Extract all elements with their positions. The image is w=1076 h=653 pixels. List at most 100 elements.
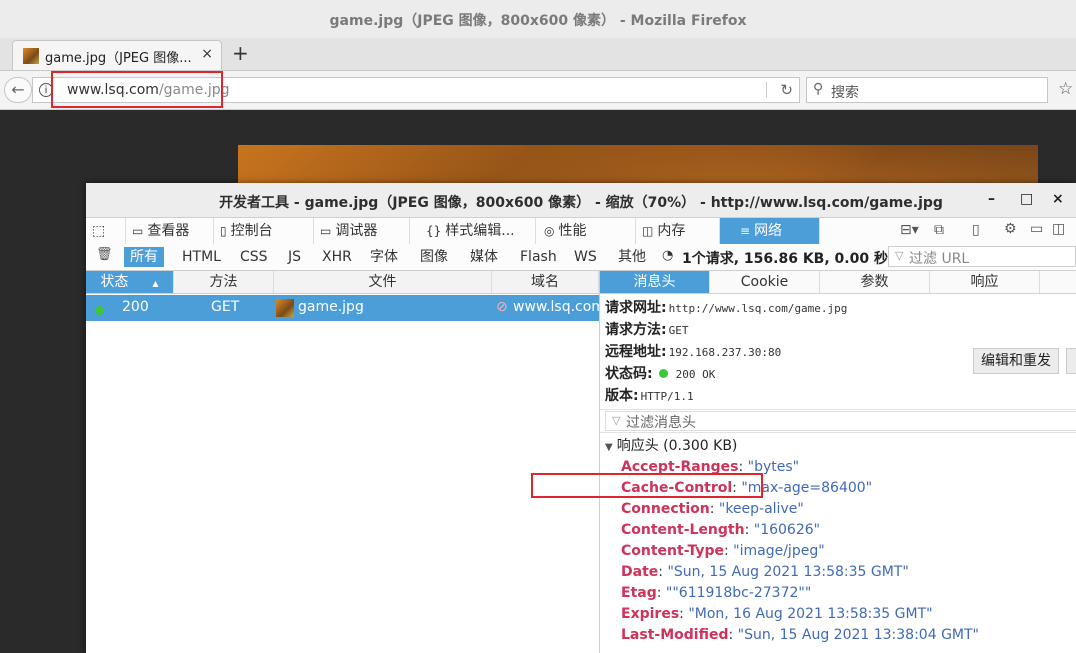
request-method-row: 请求方法: GET xyxy=(605,319,688,339)
divider xyxy=(600,432,1076,433)
column-domain[interactable]: 域名 xyxy=(492,271,599,293)
search-icon: ⚲ xyxy=(813,81,824,97)
status-code-value: 200 OK xyxy=(675,368,716,381)
raw-headers-button[interactable] xyxy=(1066,348,1076,374)
maximize-icon[interactable]: □ xyxy=(1020,191,1033,207)
url-separator xyxy=(766,82,767,98)
header-value: "Sun, 15 Aug 2021 13:58:35 GMT" xyxy=(667,564,909,580)
request-url-key: 请求网址: xyxy=(605,300,667,316)
browser-tab[interactable]: game.jpg（JPEG 图像... × xyxy=(12,40,222,70)
filter-all[interactable]: 所有 xyxy=(124,247,164,267)
filter-url-input[interactable]: ▽ 过滤 URL xyxy=(888,246,1076,267)
devtools-title: 开发者工具 - game.jpg（JPEG 图像，800x600 像素） - 缩… xyxy=(219,195,943,211)
request-summary: 1个请求, 156.86 KB, 0.00 秒 xyxy=(682,251,888,267)
expand-triangle-icon: ▼ xyxy=(605,442,613,453)
pick-element-icon[interactable]: ⬚ xyxy=(86,218,126,244)
filter-media[interactable]: 媒体 xyxy=(464,247,504,267)
edit-and-resend-button[interactable]: 编辑和重发 xyxy=(973,348,1059,374)
tab-response[interactable]: 响应 xyxy=(930,271,1040,293)
devtools-titlebar: 开发者工具 - game.jpg（JPEG 图像，800x600 像素） - 缩… xyxy=(86,183,1076,218)
close-icon[interactable]: × xyxy=(1052,191,1064,207)
request-table-header: 状态 ▲ 方法 文件 域名 xyxy=(86,271,599,294)
tab-headers[interactable]: 消息头 xyxy=(600,271,710,293)
filter-flash[interactable]: Flash xyxy=(514,247,563,267)
tab-network-label: 网络 xyxy=(754,223,783,239)
status-dot-icon xyxy=(95,303,104,319)
column-method[interactable]: 方法 xyxy=(174,271,274,293)
gear-icon[interactable]: ⚙ xyxy=(1004,221,1017,237)
trash-icon[interactable]: 🗑 xyxy=(96,247,113,262)
filter-funnel-icon: ▽ xyxy=(612,414,621,427)
tab-memory[interactable]: ◫ 内存 xyxy=(636,218,720,244)
header-row: Expires: "Mon, 16 Aug 2021 13:58:35 GMT" xyxy=(621,606,933,622)
request-list-area xyxy=(86,321,599,653)
tab-console[interactable]: ▯ 控制台 xyxy=(214,218,314,244)
tab-performance[interactable]: ◎ 性能 xyxy=(538,218,636,244)
tab-inspector[interactable]: ▭ 查看器 xyxy=(126,218,214,244)
file-thumbnail-icon xyxy=(276,299,294,317)
tab-network[interactable]: ≡ 网络 xyxy=(720,218,820,244)
close-tab-icon[interactable]: × xyxy=(201,46,213,62)
tab-performance-label: 性能 xyxy=(558,223,587,239)
remote-address-key: 远程地址: xyxy=(605,344,667,360)
memory-icon: ◫ xyxy=(642,224,654,238)
search-input[interactable]: ⚲ 搜索 xyxy=(806,77,1048,103)
back-button[interactable]: ← xyxy=(4,77,32,103)
tab-label: game.jpg（JPEG 图像... xyxy=(45,51,192,66)
tab-console-label: 控制台 xyxy=(230,223,273,239)
filter-html[interactable]: HTML xyxy=(176,247,227,267)
header-name: Date xyxy=(621,564,659,580)
new-tab-button[interactable]: + xyxy=(232,41,249,65)
dock-bottom-icon[interactable]: ▭ xyxy=(1030,221,1043,237)
request-status: 200 xyxy=(122,299,149,315)
header-filter-placeholder: 过滤消息头 xyxy=(626,415,696,431)
debugger-icon: ▭ xyxy=(320,224,332,238)
sort-ascending-icon: ▲ xyxy=(152,279,159,288)
response-headers-section[interactable]: ▼ 响应头 (0.300 KB) xyxy=(605,435,737,455)
dock-side-icon[interactable]: ◫ xyxy=(1052,221,1065,237)
minimize-icon[interactable]: – xyxy=(988,191,995,207)
filter-js[interactable]: JS xyxy=(282,247,307,267)
request-method-key: 请求方法: xyxy=(605,322,667,338)
header-value: "image/jpeg" xyxy=(733,543,825,559)
column-file[interactable]: 文件 xyxy=(274,271,492,293)
header-name: Content-Length xyxy=(621,522,745,538)
request-details-pane: 消息头 Cookie 参数 响应 请求网址: http://www.lsq.com… xyxy=(599,271,1076,653)
header-row: Content-Length: "160626" xyxy=(621,522,821,538)
performance-icon: ◎ xyxy=(544,224,555,238)
filter-fonts[interactable]: 字体 xyxy=(364,247,404,267)
filter-other[interactable]: 其他 xyxy=(612,247,652,267)
filter-css[interactable]: CSS xyxy=(234,247,274,267)
performance-analysis-icon[interactable]: ◔ xyxy=(662,248,673,263)
tab-cookie[interactable]: Cookie xyxy=(710,271,820,293)
header-name: Content-Type xyxy=(621,543,724,559)
tab-params[interactable]: 参数 xyxy=(820,271,930,293)
filter-images[interactable]: 图像 xyxy=(414,247,454,267)
column-status[interactable]: 状态 ▲ xyxy=(86,271,174,293)
device-icon[interactable]: ▯ xyxy=(972,222,980,238)
tab-debugger[interactable]: ▭ 调试器 xyxy=(314,218,410,244)
inspector-icon: ▭ xyxy=(132,224,144,238)
details-tabs: 消息头 Cookie 参数 响应 xyxy=(600,271,1076,294)
filter-xhr[interactable]: XHR xyxy=(316,247,358,267)
devtools-window: 开发者工具 - game.jpg（JPEG 图像，800x600 像素） - 缩… xyxy=(86,183,1076,653)
request-row[interactable]: 200 GET game.jpg ⊘ www.lsq.com xyxy=(86,295,599,321)
tab-memory-label: 内存 xyxy=(657,223,686,239)
request-file: game.jpg xyxy=(298,299,364,315)
filter-url-placeholder: 过滤 URL xyxy=(909,251,970,267)
tab-inspector-label: 查看器 xyxy=(147,223,190,239)
request-domain: www.lsq.com xyxy=(513,299,599,315)
bookmark-star-icon[interactable]: ☆ xyxy=(1058,79,1073,99)
filter-ws[interactable]: WS xyxy=(568,247,603,267)
scratchpad-icon[interactable]: ⧉ xyxy=(934,222,944,238)
header-value: "keep-alive" xyxy=(718,501,804,517)
reload-icon[interactable]: ↻ xyxy=(780,81,793,99)
responsive-mode-icon[interactable]: ⊟▾ xyxy=(900,222,919,238)
header-row: Etag: ""611918bc-27372"" xyxy=(621,585,812,601)
header-name: Expires xyxy=(621,606,680,622)
version-value: HTTP/1.1 xyxy=(640,390,694,403)
style-editor-icon: {} xyxy=(426,224,442,238)
tab-style-editor[interactable]: {} 样式编辑... xyxy=(420,218,536,244)
version-key: 版本: xyxy=(605,388,639,404)
header-filter-input[interactable]: ▽ 过滤消息头 xyxy=(605,411,1076,431)
